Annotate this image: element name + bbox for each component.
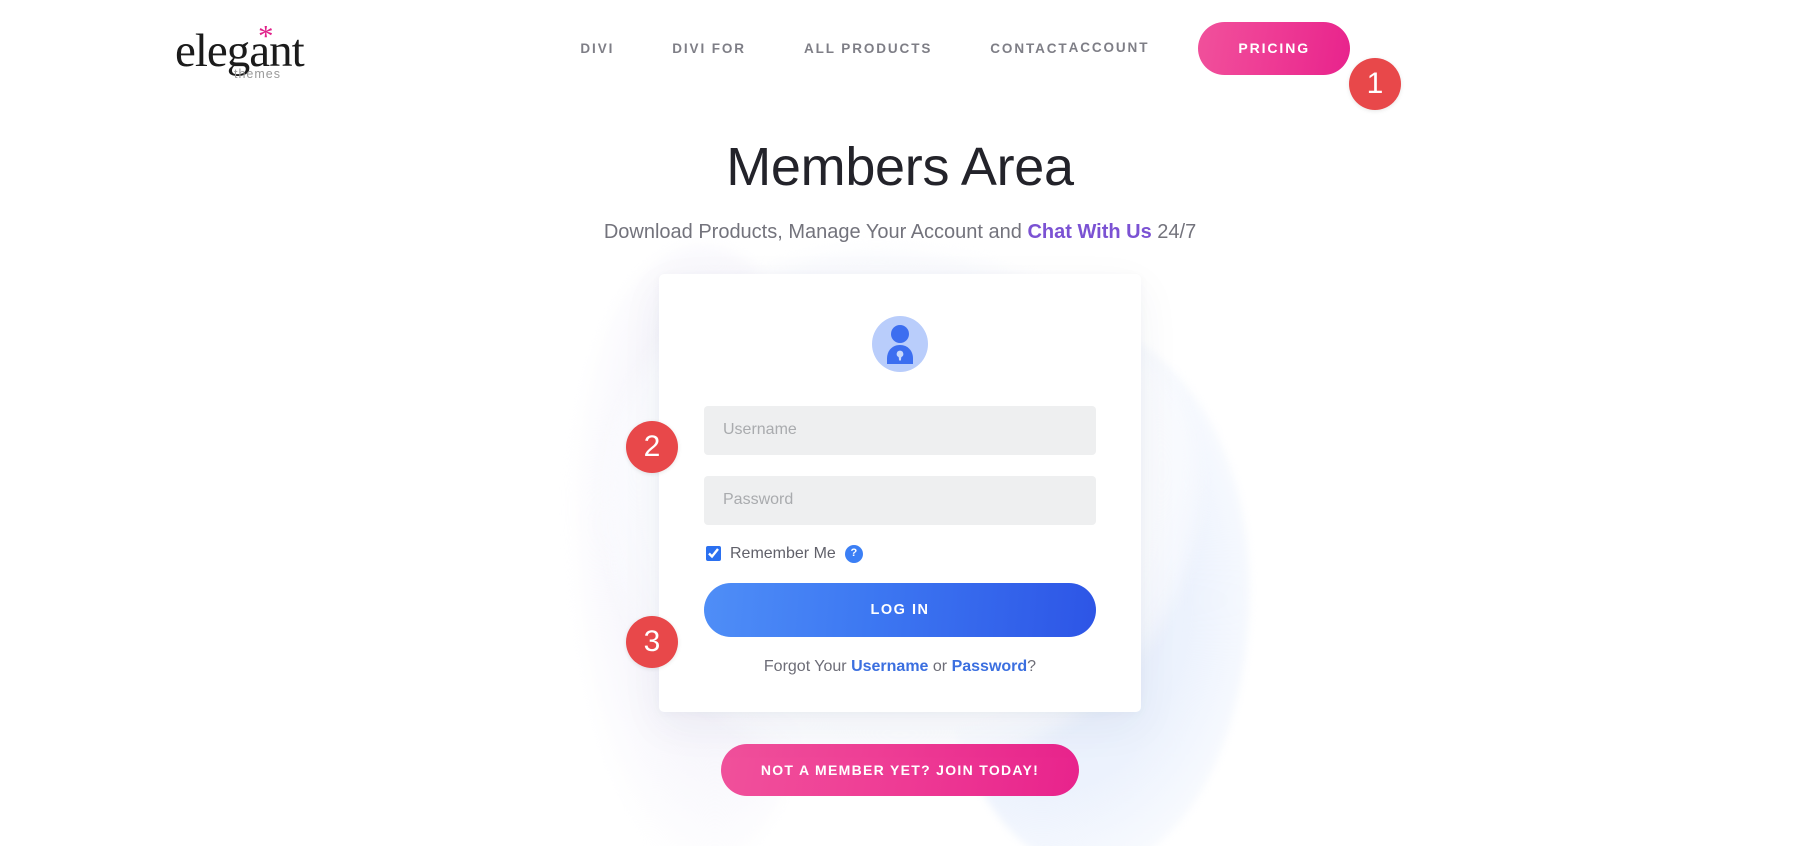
nav-item-all-products[interactable]: ALL PRODUCTS — [804, 41, 932, 56]
forgot-separator-text: or — [928, 657, 952, 675]
nav-item-divi[interactable]: DIVI — [580, 41, 614, 56]
forgot-credentials-row: Forgot Your Username or Password? — [704, 658, 1096, 676]
remember-me-row: Remember Me ? — [704, 544, 1096, 563]
account-nav-wrapper: ACCOUNT — [1069, 39, 1150, 57]
logo-subtitle: themes — [234, 67, 281, 81]
user-lock-avatar-icon — [872, 315, 928, 372]
hero-section: Members Area Download Products, Manage Y… — [0, 96, 1800, 244]
annotation-badge-2: 2 — [626, 421, 678, 473]
nav-item-divi-for[interactable]: DIVI FOR — [672, 41, 746, 56]
subtitle-prefix-text: Download Products, Manage Your Account a… — [603, 220, 1028, 243]
asterisk-icon: * — [258, 18, 274, 53]
page-subtitle: Download Products, Manage Your Account a… — [0, 221, 1800, 244]
nav-item-contact[interactable]: CONTACT — [990, 41, 1068, 56]
site-header: elegant * themes DIVI DIVI FOR ALL PRODU… — [0, 0, 1800, 96]
join-today-button[interactable]: NOT A MEMBER YET? JOIN TODAY! — [720, 743, 1080, 796]
password-input[interactable] — [704, 475, 1096, 525]
forgot-password-link[interactable]: Password — [952, 658, 1028, 675]
username-input[interactable] — [704, 405, 1096, 455]
page-title: Members Area — [726, 137, 1074, 197]
login-area: Remember Me ? LOG IN Forgot Your Usernam… — [0, 273, 1800, 796]
annotation-badge-3: 3 — [626, 616, 678, 668]
elegant-themes-logo[interactable]: elegant * themes — [175, 18, 305, 81]
annotation-badge-1: 1 — [1349, 58, 1401, 110]
chat-with-us-link[interactable]: Chat With Us — [1027, 221, 1151, 243]
forgot-prefix-text: Forgot Your — [763, 657, 852, 675]
remember-me-label: Remember Me — [730, 544, 836, 562]
login-button[interactable]: LOG IN — [704, 582, 1096, 637]
main-navigation: DIVI DIVI FOR ALL PRODUCTS CONTACT ACCOU… — [580, 21, 1800, 75]
login-card: Remember Me ? LOG IN Forgot Your Usernam… — [659, 273, 1141, 712]
nav-item-account[interactable]: ACCOUNT — [1069, 40, 1150, 55]
subtitle-suffix-text: 24/7 — [1151, 220, 1197, 243]
help-question-icon[interactable]: ? — [844, 544, 863, 563]
forgot-suffix-text: ? — [1027, 657, 1037, 675]
pricing-button[interactable]: PRICING — [1198, 21, 1350, 75]
forgot-username-link[interactable]: Username — [851, 658, 928, 675]
remember-me-checkbox[interactable] — [706, 546, 721, 562]
